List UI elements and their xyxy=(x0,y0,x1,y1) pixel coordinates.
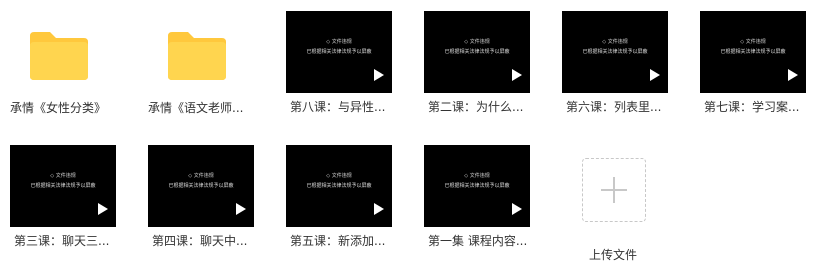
thumb-notice: ◇ 文件违规 xyxy=(326,173,352,179)
item-label: 第六课：列表里... xyxy=(566,100,662,114)
thumb-notice-detail: 已根据相关法律法规予以屏蔽 xyxy=(306,183,372,189)
video-item[interactable]: ◇ 文件违规 已根据相关法律法规予以屏蔽 第四课：聊天中... xyxy=(142,137,262,253)
thumb-notice-detail: 已根据相关法律法规予以屏蔽 xyxy=(444,49,510,55)
folder-icon xyxy=(168,32,226,80)
thumb-notice-detail: 已根据相关法律法规予以屏蔽 xyxy=(168,183,234,189)
thumb-notice: ◇ 文件违规 xyxy=(188,173,214,179)
thumb-notice: ◇ 文件违规 xyxy=(464,173,490,179)
video-thumbnail: ◇ 文件违规 已根据相关法律法规予以屏蔽 xyxy=(286,145,392,227)
plus-icon xyxy=(601,177,627,203)
video-item[interactable]: ◇ 文件违规 已根据相关法律法规予以屏蔽 第五课：新添加... xyxy=(280,137,400,253)
item-label: 第二课：为什么... xyxy=(428,100,524,114)
play-icon xyxy=(374,69,384,81)
play-icon xyxy=(650,69,660,81)
thumb-notice: ◇ 文件违规 xyxy=(602,39,628,45)
file-grid: 承情《女性分类》 承情《语文老师... ◇ 文件违规 已根据相关法律法规予以屏蔽… xyxy=(0,0,813,262)
item-label: 第七课：学习案... xyxy=(704,100,800,114)
item-label: 第八课：与异性... xyxy=(290,100,386,114)
thumb-notice: ◇ 文件违规 xyxy=(740,39,766,45)
upload-label: 上传文件 xyxy=(588,248,637,262)
thumb-notice-detail: 已根据相关法律法规予以屏蔽 xyxy=(720,49,786,55)
folder-item[interactable]: 承情《语文老师... xyxy=(138,4,258,120)
video-item[interactable]: ◇ 文件违规 已根据相关法律法规予以屏蔽 第六课：列表里... xyxy=(556,3,676,119)
folder-icon xyxy=(30,32,88,80)
video-item[interactable]: ◇ 文件违规 已根据相关法律法规予以屏蔽 第八课：与异性... xyxy=(280,3,400,119)
item-label: 第五课：新添加... xyxy=(290,234,386,248)
item-label: 第三课：聊天三... xyxy=(14,234,110,248)
video-thumbnail: ◇ 文件违规 已根据相关法律法规予以屏蔽 xyxy=(10,145,116,227)
video-thumbnail: ◇ 文件违规 已根据相关法律法规予以屏蔽 xyxy=(148,145,254,227)
item-label: 第四课：聊天中... xyxy=(152,234,248,248)
video-item[interactable]: ◇ 文件违规 已根据相关法律法规予以屏蔽 第七课：学习案... xyxy=(694,3,813,119)
video-thumbnail: ◇ 文件违规 已根据相关法律法规予以屏蔽 xyxy=(424,145,530,227)
thumb-notice-detail: 已根据相关法律法规予以屏蔽 xyxy=(306,49,372,55)
thumb-notice: ◇ 文件违规 xyxy=(50,173,76,179)
thumb-notice-detail: 已根据相关法律法规予以屏蔽 xyxy=(444,183,510,189)
item-label: 承情《语文老师... xyxy=(148,101,244,115)
video-thumbnail: ◇ 文件违规 已根据相关法律法规予以屏蔽 xyxy=(562,11,668,93)
video-thumbnail: ◇ 文件违规 已根据相关法律法规予以屏蔽 xyxy=(424,11,530,93)
video-item[interactable]: ◇ 文件违规 已根据相关法律法规予以屏蔽 第三课：聊天三... xyxy=(4,137,124,253)
thumb-notice: ◇ 文件违规 xyxy=(464,39,490,45)
folder-item[interactable]: 承情《女性分类》 xyxy=(0,4,120,120)
play-icon xyxy=(98,203,108,215)
play-icon xyxy=(512,203,522,215)
video-item[interactable]: ◇ 文件违规 已根据相关法律法规予以屏蔽 第一集 课程内容... xyxy=(418,137,538,253)
item-label: 第一集 课程内容... xyxy=(428,234,528,248)
upload-tile[interactable]: 上传文件 xyxy=(568,153,658,262)
item-label: 承情《女性分类》 xyxy=(10,101,107,115)
video-thumbnail: ◇ 文件违规 已根据相关法律法规予以屏蔽 xyxy=(700,11,806,93)
play-icon xyxy=(788,69,798,81)
thumb-notice-detail: 已根据相关法律法规予以屏蔽 xyxy=(30,183,96,189)
video-thumbnail: ◇ 文件违规 已根据相关法律法规予以屏蔽 xyxy=(286,11,392,93)
play-icon xyxy=(512,69,522,81)
play-icon xyxy=(236,203,246,215)
thumb-notice-detail: 已根据相关法律法规予以屏蔽 xyxy=(582,49,648,55)
thumb-notice: ◇ 文件违规 xyxy=(326,39,352,45)
play-icon xyxy=(374,203,384,215)
upload-button[interactable] xyxy=(582,158,646,222)
video-item[interactable]: ◇ 文件违规 已根据相关法律法规予以屏蔽 第二课：为什么... xyxy=(418,3,538,119)
